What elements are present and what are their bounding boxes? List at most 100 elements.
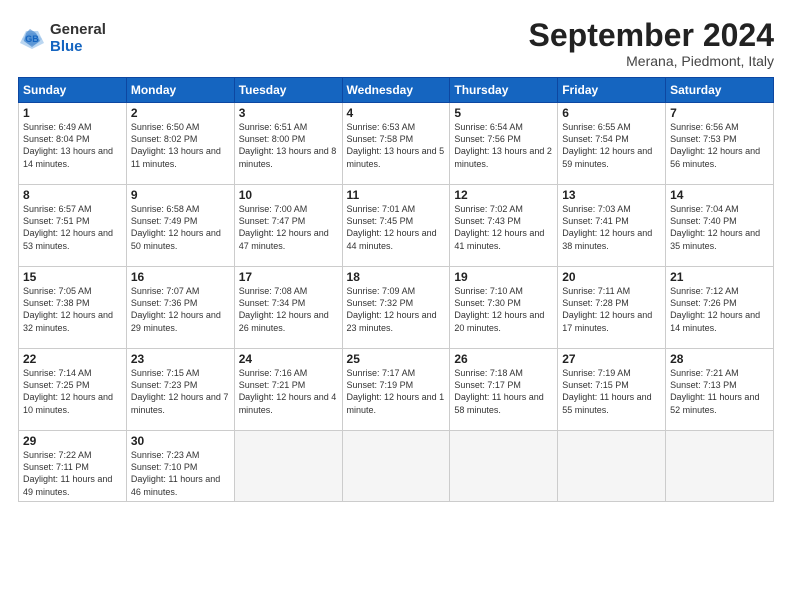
day-info: Sunrise: 7:17 AM Sunset: 7:19 PM Dayligh… <box>347 367 446 416</box>
day-info: Sunrise: 7:09 AM Sunset: 7:32 PM Dayligh… <box>347 285 446 334</box>
svg-text:GB: GB <box>25 34 39 44</box>
day-number: 3 <box>239 106 338 120</box>
table-row: 16Sunrise: 7:07 AM Sunset: 7:36 PM Dayli… <box>126 267 234 349</box>
title-block: September 2024 Merana, Piedmont, Italy <box>529 18 774 69</box>
day-number: 6 <box>562 106 661 120</box>
table-row: 17Sunrise: 7:08 AM Sunset: 7:34 PM Dayli… <box>234 267 342 349</box>
day-number: 4 <box>347 106 446 120</box>
day-number: 8 <box>23 188 122 202</box>
day-number: 2 <box>131 106 230 120</box>
day-info: Sunrise: 7:16 AM Sunset: 7:21 PM Dayligh… <box>239 367 338 416</box>
day-info: Sunrise: 6:53 AM Sunset: 7:58 PM Dayligh… <box>347 121 446 170</box>
table-row: 13Sunrise: 7:03 AM Sunset: 7:41 PM Dayli… <box>558 185 666 267</box>
col-saturday: Saturday <box>666 78 774 103</box>
day-number: 1 <box>23 106 122 120</box>
calendar-row: 22Sunrise: 7:14 AM Sunset: 7:25 PM Dayli… <box>19 349 774 431</box>
day-info: Sunrise: 7:10 AM Sunset: 7:30 PM Dayligh… <box>454 285 553 334</box>
day-number: 11 <box>347 188 446 202</box>
day-info: Sunrise: 6:57 AM Sunset: 7:51 PM Dayligh… <box>23 203 122 252</box>
table-row <box>558 431 666 502</box>
day-number: 16 <box>131 270 230 284</box>
table-row <box>450 431 558 502</box>
day-number: 27 <box>562 352 661 366</box>
day-info: Sunrise: 6:51 AM Sunset: 8:00 PM Dayligh… <box>239 121 338 170</box>
table-row: 11Sunrise: 7:01 AM Sunset: 7:45 PM Dayli… <box>342 185 450 267</box>
day-info: Sunrise: 7:07 AM Sunset: 7:36 PM Dayligh… <box>131 285 230 334</box>
day-info: Sunrise: 7:19 AM Sunset: 7:15 PM Dayligh… <box>562 367 661 416</box>
table-row: 25Sunrise: 7:17 AM Sunset: 7:19 PM Dayli… <box>342 349 450 431</box>
table-row: 18Sunrise: 7:09 AM Sunset: 7:32 PM Dayli… <box>342 267 450 349</box>
table-row: 26Sunrise: 7:18 AM Sunset: 7:17 PM Dayli… <box>450 349 558 431</box>
day-number: 17 <box>239 270 338 284</box>
table-row: 22Sunrise: 7:14 AM Sunset: 7:25 PM Dayli… <box>19 349 127 431</box>
col-tuesday: Tuesday <box>234 78 342 103</box>
location: Merana, Piedmont, Italy <box>529 53 774 69</box>
day-info: Sunrise: 6:50 AM Sunset: 8:02 PM Dayligh… <box>131 121 230 170</box>
calendar: Sunday Monday Tuesday Wednesday Thursday… <box>18 77 774 502</box>
table-row: 20Sunrise: 7:11 AM Sunset: 7:28 PM Dayli… <box>558 267 666 349</box>
table-row: 24Sunrise: 7:16 AM Sunset: 7:21 PM Dayli… <box>234 349 342 431</box>
table-row: 2Sunrise: 6:50 AM Sunset: 8:02 PM Daylig… <box>126 103 234 185</box>
logo-blue-text: Blue <box>50 39 106 56</box>
day-info: Sunrise: 7:11 AM Sunset: 7:28 PM Dayligh… <box>562 285 661 334</box>
col-friday: Friday <box>558 78 666 103</box>
day-info: Sunrise: 6:58 AM Sunset: 7:49 PM Dayligh… <box>131 203 230 252</box>
day-info: Sunrise: 7:02 AM Sunset: 7:43 PM Dayligh… <box>454 203 553 252</box>
table-row: 4Sunrise: 6:53 AM Sunset: 7:58 PM Daylig… <box>342 103 450 185</box>
day-number: 20 <box>562 270 661 284</box>
day-number: 22 <box>23 352 122 366</box>
table-row <box>342 431 450 502</box>
col-wednesday: Wednesday <box>342 78 450 103</box>
table-row <box>666 431 774 502</box>
day-number: 10 <box>239 188 338 202</box>
day-number: 19 <box>454 270 553 284</box>
day-number: 13 <box>562 188 661 202</box>
calendar-row: 8Sunrise: 6:57 AM Sunset: 7:51 PM Daylig… <box>19 185 774 267</box>
table-row: 27Sunrise: 7:19 AM Sunset: 7:15 PM Dayli… <box>558 349 666 431</box>
day-info: Sunrise: 7:05 AM Sunset: 7:38 PM Dayligh… <box>23 285 122 334</box>
day-number: 15 <box>23 270 122 284</box>
day-number: 25 <box>347 352 446 366</box>
calendar-header-row: Sunday Monday Tuesday Wednesday Thursday… <box>19 78 774 103</box>
day-number: 9 <box>131 188 230 202</box>
calendar-row: 1Sunrise: 6:49 AM Sunset: 8:04 PM Daylig… <box>19 103 774 185</box>
header: GB General Blue September 2024 Merana, P… <box>18 18 774 69</box>
day-number: 18 <box>347 270 446 284</box>
day-number: 26 <box>454 352 553 366</box>
day-number: 21 <box>670 270 769 284</box>
day-number: 29 <box>23 434 122 448</box>
logo: GB General Blue <box>18 22 106 55</box>
day-info: Sunrise: 7:00 AM Sunset: 7:47 PM Dayligh… <box>239 203 338 252</box>
table-row <box>234 431 342 502</box>
table-row: 5Sunrise: 6:54 AM Sunset: 7:56 PM Daylig… <box>450 103 558 185</box>
table-row: 14Sunrise: 7:04 AM Sunset: 7:40 PM Dayli… <box>666 185 774 267</box>
day-info: Sunrise: 7:01 AM Sunset: 7:45 PM Dayligh… <box>347 203 446 252</box>
day-number: 24 <box>239 352 338 366</box>
day-number: 7 <box>670 106 769 120</box>
table-row: 28Sunrise: 7:21 AM Sunset: 7:13 PM Dayli… <box>666 349 774 431</box>
table-row: 29Sunrise: 7:22 AM Sunset: 7:11 PM Dayli… <box>19 431 127 502</box>
day-info: Sunrise: 6:55 AM Sunset: 7:54 PM Dayligh… <box>562 121 661 170</box>
day-info: Sunrise: 6:56 AM Sunset: 7:53 PM Dayligh… <box>670 121 769 170</box>
day-number: 5 <box>454 106 553 120</box>
day-info: Sunrise: 7:23 AM Sunset: 7:10 PM Dayligh… <box>131 449 230 498</box>
day-info: Sunrise: 6:54 AM Sunset: 7:56 PM Dayligh… <box>454 121 553 170</box>
day-info: Sunrise: 7:22 AM Sunset: 7:11 PM Dayligh… <box>23 449 122 498</box>
table-row: 1Sunrise: 6:49 AM Sunset: 8:04 PM Daylig… <box>19 103 127 185</box>
day-info: Sunrise: 7:04 AM Sunset: 7:40 PM Dayligh… <box>670 203 769 252</box>
table-row: 7Sunrise: 6:56 AM Sunset: 7:53 PM Daylig… <box>666 103 774 185</box>
table-row: 9Sunrise: 6:58 AM Sunset: 7:49 PM Daylig… <box>126 185 234 267</box>
day-info: Sunrise: 7:15 AM Sunset: 7:23 PM Dayligh… <box>131 367 230 416</box>
day-number: 28 <box>670 352 769 366</box>
table-row: 8Sunrise: 6:57 AM Sunset: 7:51 PM Daylig… <box>19 185 127 267</box>
table-row: 10Sunrise: 7:00 AM Sunset: 7:47 PM Dayli… <box>234 185 342 267</box>
day-number: 12 <box>454 188 553 202</box>
table-row: 15Sunrise: 7:05 AM Sunset: 7:38 PM Dayli… <box>19 267 127 349</box>
day-info: Sunrise: 7:18 AM Sunset: 7:17 PM Dayligh… <box>454 367 553 416</box>
calendar-row: 15Sunrise: 7:05 AM Sunset: 7:38 PM Dayli… <box>19 267 774 349</box>
calendar-row: 29Sunrise: 7:22 AM Sunset: 7:11 PM Dayli… <box>19 431 774 502</box>
table-row: 30Sunrise: 7:23 AM Sunset: 7:10 PM Dayli… <box>126 431 234 502</box>
col-sunday: Sunday <box>19 78 127 103</box>
day-info: Sunrise: 7:08 AM Sunset: 7:34 PM Dayligh… <box>239 285 338 334</box>
table-row: 12Sunrise: 7:02 AM Sunset: 7:43 PM Dayli… <box>450 185 558 267</box>
